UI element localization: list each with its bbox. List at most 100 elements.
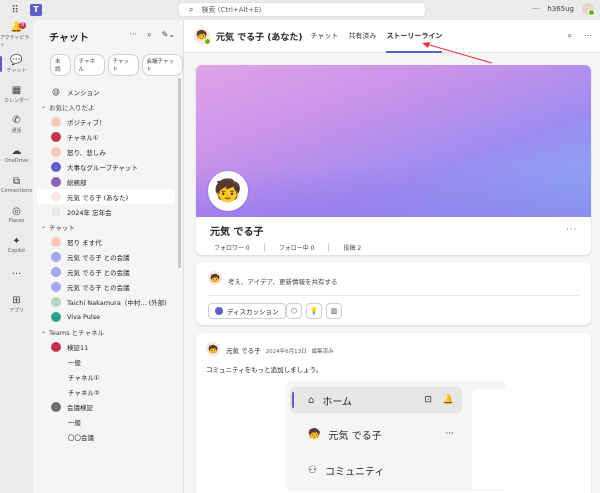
idea-icon[interactable]: 💡 <box>306 303 322 319</box>
chat-item[interactable]: 元気 でる子 との会議 <box>33 264 183 279</box>
app-launcher-icon[interactable]: ⠿ <box>0 5 30 16</box>
pane-scrollbar[interactable] <box>178 78 181 268</box>
profile-more-icon[interactable]: ··· <box>566 225 577 234</box>
discussion-button[interactable]: ディスカッション <box>208 303 286 319</box>
section-favorites[interactable]: ⌄ お気に入りだよ <box>33 99 183 114</box>
title-bar: ⠿ T ⌕ 検索 (Ctrl+Alt+E) ··· h365ug <box>0 0 600 20</box>
post-avatar: 🧒 <box>206 342 220 356</box>
search-box[interactable]: ⌕ 検索 (Ctrl+Alt+E) <box>178 2 426 17</box>
rail-more[interactable]: ··· <box>0 260 33 289</box>
favorite-item[interactable]: 元気 でる子 (あなた) <box>37 189 175 204</box>
home-icon: ⌂ <box>308 394 315 406</box>
rail-chat[interactable]: 💬 チャット <box>0 50 33 79</box>
header-more-icon[interactable]: ⋯ <box>584 31 592 41</box>
post-author[interactable]: 元気 でる子 <box>226 345 261 355</box>
activity-badge: 8 <box>19 22 27 29</box>
rail-apps[interactable]: ⊞ アプリ <box>0 290 33 319</box>
section-teams[interactable]: ⌄ Teams とチャネル <box>33 324 183 339</box>
rail-calendar[interactable]: ▦ カレンダー <box>0 80 33 109</box>
settings-more-button[interactable]: ··· <box>533 5 540 13</box>
section-chats[interactable]: ⌄ チャット <box>33 219 183 234</box>
tab-storyline[interactable]: ストーリーライン <box>386 20 443 53</box>
mentions-item[interactable]: @ メンション <box>33 84 183 99</box>
cloud-icon: ☁ <box>11 145 22 157</box>
header-search-icon[interactable]: ⌕ <box>568 31 572 41</box>
community-icon: ⚇ <box>308 464 317 476</box>
favorite-item-label: 怒り、悲しみ <box>67 148 106 157</box>
filter-channels[interactable]: チャネル <box>73 54 105 76</box>
favorite-item[interactable]: 2024年 忘年会 <box>33 204 183 219</box>
chat-item[interactable]: Taichi Nakamura（中村... (外部) <box>33 294 183 309</box>
chat-item[interactable]: Viva Pulse <box>33 309 183 324</box>
pane-more-button[interactable]: ··· <box>129 30 137 40</box>
rail-activity[interactable]: 🔔 8 アクティビティ <box>0 20 33 49</box>
chat-item-label: 元気 でる子 との会議 <box>67 253 130 262</box>
more-icon: ··· <box>445 429 454 439</box>
followers-count[interactable]: フォロワー 0 <box>214 243 265 252</box>
profile-card: 🧒 元気 でる子 ··· フォロワー 0 フォロー中 0 投稿 2 <box>196 65 591 255</box>
chat-item[interactable]: 元気 でる子 との会議 <box>33 249 183 264</box>
channel-item[interactable]: 一般 <box>33 354 183 369</box>
chevron-down-icon: ⌄ <box>41 223 47 230</box>
team-item[interactable]: 会議検証 <box>33 399 183 414</box>
team-item[interactable]: 検証11 <box>33 339 183 354</box>
user-avatar[interactable] <box>582 3 595 16</box>
channel-item[interactable]: 一般 <box>33 414 183 429</box>
praise-icon[interactable]: ⬡ <box>286 303 302 319</box>
favorite-item[interactable]: ポジティブ！ <box>33 114 183 129</box>
pane-title: チャット <box>49 32 89 44</box>
posts-count: 投稿 2 <box>343 245 362 252</box>
following-count[interactable]: フォロー中 0 <box>279 243 330 252</box>
rail-calendar-label: カレンダー <box>3 98 29 104</box>
chat-item[interactable]: 元気 でる子 との会議 <box>33 279 183 294</box>
channel-item[interactable]: 〇〇会議 <box>33 429 183 444</box>
chevron-down-icon: ⌄ <box>41 103 47 110</box>
rail-places[interactable]: ◎ Places <box>0 200 33 229</box>
team-item-label: 会議検証 <box>67 403 93 412</box>
favorite-item[interactable]: 総務部 <box>33 174 183 189</box>
channel-item-label: 一般 <box>68 418 81 427</box>
filter-search-icon[interactable]: ⌕ <box>147 30 151 40</box>
favorite-item[interactable]: チャネル① <box>33 129 183 144</box>
tab-chat[interactable]: チャット <box>311 20 339 53</box>
channel-item[interactable]: チャネル① <box>33 369 183 384</box>
rail-calls[interactable]: ✆ 通話 <box>0 110 33 139</box>
chat-item-label: 怒り ます代 <box>67 238 102 247</box>
post-image[interactable]: ⌂ ホーム ⊡ 🔔 🧒 元気 でる子 ··· ⚇ コミュニティ <box>286 381 506 491</box>
favorite-item[interactable]: 大事なグループチャット <box>33 159 183 174</box>
connections-icon: ⧉ <box>12 175 21 187</box>
avatar <box>51 191 61 202</box>
rail-connections[interactable]: ⧉ Connections <box>0 170 33 199</box>
chat-header: 🧒 元気 でる子 (あなた) チャット 共有済み ストーリーライン ⌕ ⋯ <box>184 20 600 53</box>
avatar <box>51 131 61 142</box>
filter-meeting-chats[interactable]: 会議チャット <box>141 54 183 76</box>
channel-item[interactable]: チャネル② <box>33 384 183 399</box>
avatar <box>51 296 61 307</box>
team-item-label: 検証11 <box>67 343 89 352</box>
composer-prompt[interactable]: 考え、アイデア、更新情報を共有する <box>228 276 338 286</box>
new-chat-icon[interactable]: ✎⌄ <box>162 30 175 40</box>
post-image-side-panel <box>472 389 506 489</box>
places-icon: ◎ <box>12 205 21 217</box>
chat-item-label: Viva Pulse <box>67 312 101 321</box>
rail-onedrive[interactable]: ☁ OneDrive <box>0 140 33 169</box>
poll-icon[interactable]: ▥ <box>326 303 342 319</box>
post-card: 🧒 元気 でる子 2024年6月13日 編集済み コミュニティをもっと追加しまし… <box>196 333 591 493</box>
channel-item-label: 〇〇会議 <box>68 433 94 442</box>
avatar <box>51 116 61 127</box>
avatar <box>51 236 61 247</box>
rail-copilot[interactable]: ✦ Copilot <box>0 230 33 259</box>
search-placeholder: 検索 (Ctrl+Alt+E) <box>201 5 262 14</box>
post-meta: 元気 でる子 2024年6月13日 編集済み <box>226 345 334 355</box>
filter-chips: 未読 チャネル チャット 会議チャット <box>33 54 183 76</box>
filter-chats[interactable]: チャット <box>107 54 139 76</box>
chevron-down-icon: ⌄ <box>41 328 47 335</box>
chat-item[interactable]: 怒り ます代 <box>33 234 183 249</box>
profile-avatar-icon: 🧒 <box>308 428 321 440</box>
favorite-item[interactable]: 怒り、悲しみ <box>33 144 183 159</box>
avatar <box>51 146 61 157</box>
filter-unread[interactable]: 未読 <box>50 54 71 76</box>
rail-copilot-label: Copilot <box>7 247 26 254</box>
tab-shared[interactable]: 共有済み <box>348 20 376 53</box>
post-date: 2024年6月13日 <box>265 349 307 355</box>
